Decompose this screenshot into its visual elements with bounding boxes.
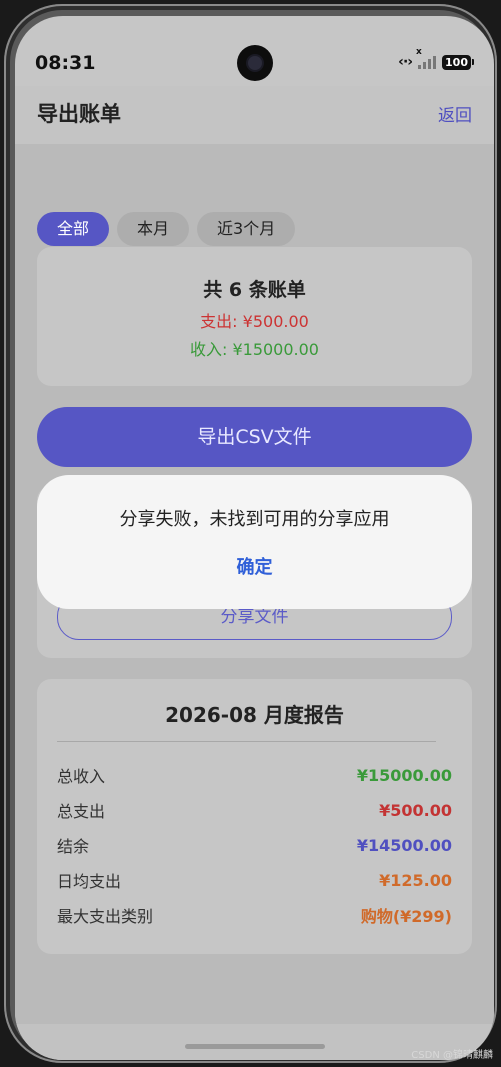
modal-scrim[interactable]: 分享失败，未找到可用的分享应用 确定 — [15, 16, 494, 1060]
dialog-message: 分享失败，未找到可用的分享应用 — [119, 509, 390, 530]
confirm-button[interactable]: 确定 — [223, 549, 287, 583]
home-indicator[interactable] — [185, 1044, 325, 1049]
share-failed-dialog: 分享失败，未找到可用的分享应用 确定 — [37, 475, 472, 609]
watermark: CSDN @锦晴麒麟 — [411, 1050, 493, 1061]
phone-frame: 08:31 ‹·› x 100 导出账单 返回 全部 本月 近3个月 共 6 条… — [4, 4, 497, 1063]
phone-screen: 08:31 ‹·› x 100 导出账单 返回 全部 本月 近3个月 共 6 条… — [15, 16, 494, 1060]
